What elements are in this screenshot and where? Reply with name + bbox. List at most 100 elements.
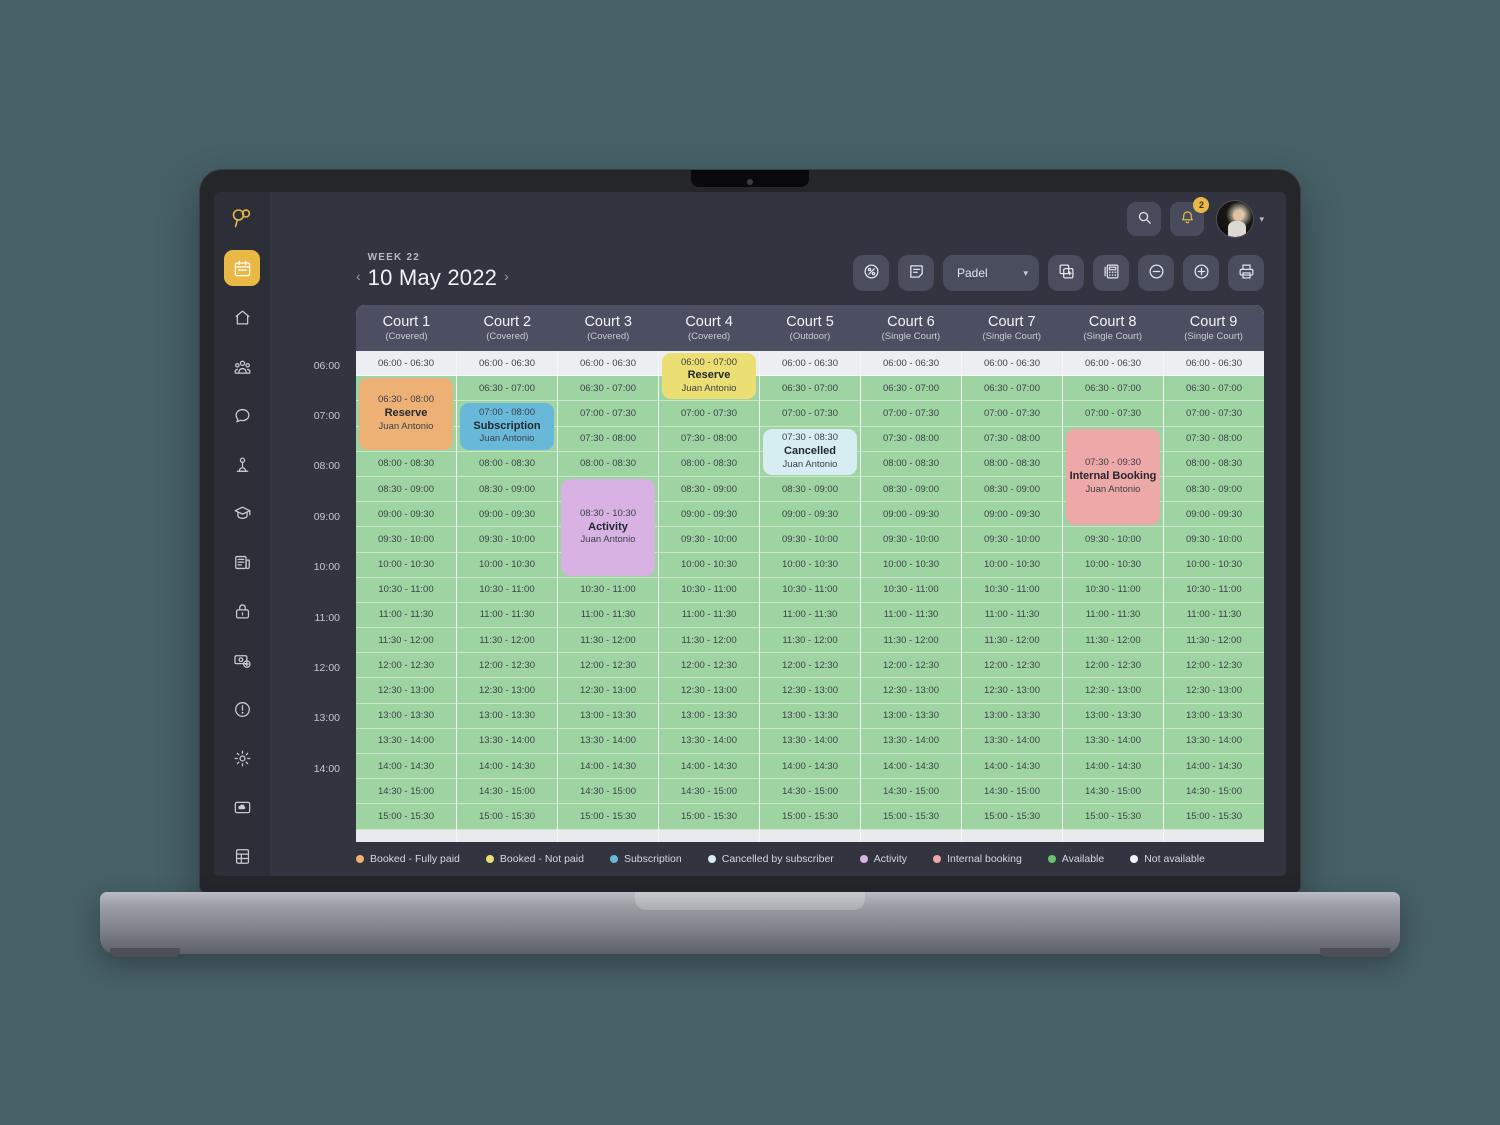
- sidebar-item-classes[interactable]: [224, 495, 260, 531]
- time-slot[interactable]: 14:30 - 15:00: [1063, 779, 1163, 805]
- booking-event[interactable]: 07:30 - 09:30 Internal Booking Juan Antoni…: [1066, 428, 1160, 526]
- time-slot[interactable]: 07:00 - 07:30: [962, 401, 1062, 427]
- time-slot[interactable]: 10:30 - 11:00: [1164, 577, 1264, 603]
- court-header-8[interactable]: Court 8 (Single Court): [1062, 305, 1163, 351]
- time-slot[interactable]: 13:30 - 14:00: [962, 728, 1062, 754]
- time-slot[interactable]: 07:30 - 08:00: [659, 426, 759, 452]
- time-slot[interactable]: 12:00 - 12:30: [1063, 653, 1163, 679]
- time-slot[interactable]: 06:30 - 07:00: [558, 376, 658, 402]
- time-slot[interactable]: 14:30 - 15:00: [760, 779, 860, 805]
- time-slot[interactable]: 11:00 - 11:30: [659, 602, 759, 629]
- time-slot[interactable]: 08:00 - 08:30: [962, 451, 1062, 477]
- time-slot[interactable]: 09:00 - 09:30: [962, 502, 1062, 528]
- court-header-9[interactable]: Court 9 (Single Court): [1163, 305, 1264, 351]
- time-slot[interactable]: 13:30 - 14:00: [356, 728, 456, 754]
- time-slot[interactable]: 13:30 - 14:00: [659, 728, 759, 754]
- notifications-button[interactable]: 2: [1170, 197, 1210, 236]
- time-slot[interactable]: 09:30 - 10:00: [1164, 527, 1264, 553]
- time-slot[interactable]: 09:30 - 10:00: [1063, 527, 1163, 553]
- time-slot[interactable]: 12:00 - 12:30: [760, 653, 860, 679]
- time-slot[interactable]: 11:00 - 11:30: [457, 602, 557, 629]
- time-slot[interactable]: 07:00 - 07:30: [659, 401, 759, 427]
- search-button[interactable]: [1127, 202, 1162, 236]
- time-slot[interactable]: 13:00 - 13:30: [962, 703, 1062, 729]
- time-slot[interactable]: 10:30 - 11:00: [659, 577, 759, 603]
- time-slot[interactable]: 15:00 - 15:30: [861, 804, 961, 830]
- time-slot[interactable]: 12:30 - 13:00: [760, 678, 860, 704]
- time-slot[interactable]: 14:30 - 15:00: [356, 779, 456, 805]
- time-slot[interactable]: 13:30 - 14:00: [558, 728, 658, 754]
- time-slot[interactable]: 11:30 - 12:00: [760, 628, 860, 654]
- court-header-4[interactable]: Court 4 (Covered): [659, 305, 760, 351]
- time-slot[interactable]: 13:30 - 14:00: [760, 728, 860, 754]
- time-slot[interactable]: 10:00 - 10:30: [760, 552, 860, 578]
- time-slot[interactable]: 07:00 - 07:30: [1164, 401, 1264, 427]
- time-slot[interactable]: 12:00 - 12:30: [558, 653, 658, 679]
- sidebar-item-messages[interactable]: [224, 397, 260, 433]
- time-slot[interactable]: 08:00 - 08:30: [457, 451, 557, 477]
- time-slot[interactable]: 08:30 - 09:00: [861, 476, 961, 503]
- time-slot[interactable]: 14:00 - 14:30: [861, 754, 961, 780]
- time-slot[interactable]: 07:00 - 07:30: [558, 401, 658, 427]
- time-slot[interactable]: 10:30 - 11:00: [356, 577, 456, 603]
- time-slot[interactable]: 15:00 - 15:30: [558, 804, 658, 830]
- time-slot[interactable]: 13:00 - 13:30: [1063, 703, 1163, 729]
- time-slot[interactable]: 12:00 - 12:30: [659, 653, 759, 679]
- time-slot[interactable]: 14:00 - 14:30: [962, 754, 1062, 780]
- time-slot[interactable]: 09:00 - 09:30: [760, 502, 860, 528]
- time-slot[interactable]: 10:00 - 10:30: [659, 552, 759, 578]
- zoom-in-button[interactable]: [1183, 255, 1219, 291]
- time-slot[interactable]: 12:00 - 12:30: [861, 653, 961, 679]
- time-slot[interactable]: 06:00 - 06:30: [1063, 351, 1163, 377]
- time-slot[interactable]: 12:00 - 12:30: [962, 653, 1062, 679]
- time-slot[interactable]: 06:00 - 06:30: [356, 351, 456, 377]
- time-slot[interactable]: 11:30 - 12:00: [1164, 628, 1264, 654]
- time-slot[interactable]: 11:30 - 12:00: [457, 628, 557, 654]
- time-slot[interactable]: 13:30 - 14:00: [861, 728, 961, 754]
- time-slot[interactable]: 07:30 - 08:00: [1164, 426, 1264, 452]
- time-slot[interactable]: 12:00 - 12:30: [356, 653, 456, 679]
- time-slot[interactable]: 11:30 - 12:00: [861, 628, 961, 654]
- time-slot[interactable]: 10:30 - 11:00: [760, 577, 860, 603]
- court-header-3[interactable]: Court 3 (Covered): [558, 305, 659, 351]
- time-slot[interactable]: 13:00 - 13:30: [659, 703, 759, 729]
- time-slot[interactable]: 06:30 - 07:00: [457, 376, 557, 402]
- sidebar-item-news[interactable]: [224, 544, 260, 580]
- print-button[interactable]: [1228, 255, 1264, 291]
- time-slot[interactable]: 07:00 - 07:30: [1063, 401, 1163, 427]
- time-slot[interactable]: 14:00 - 14:30: [457, 754, 557, 780]
- time-slot[interactable]: 12:30 - 13:00: [356, 678, 456, 704]
- time-slot[interactable]: 14:00 - 14:30: [1164, 754, 1264, 780]
- time-slot[interactable]: 10:30 - 11:00: [861, 577, 961, 603]
- time-slot[interactable]: 14:00 - 14:30: [558, 754, 658, 780]
- time-slot[interactable]: 11:00 - 11:30: [356, 602, 456, 629]
- sidebar-item-reports[interactable]: [224, 838, 260, 874]
- time-slot[interactable]: 15:00 - 15:30: [962, 804, 1062, 830]
- time-slot[interactable]: 08:30 - 09:00: [1164, 476, 1264, 503]
- time-slot[interactable]: 12:30 - 13:00: [457, 678, 557, 704]
- time-slot[interactable]: 10:30 - 11:00: [1063, 577, 1163, 603]
- time-slot[interactable]: 13:00 - 13:30: [356, 703, 456, 729]
- time-slot[interactable]: 06:30 - 07:00: [1063, 376, 1163, 402]
- time-slot[interactable]: 09:00 - 09:30: [861, 502, 961, 528]
- zoom-out-button[interactable]: [1138, 255, 1174, 291]
- time-slot[interactable]: 06:30 - 07:00: [962, 376, 1062, 402]
- sidebar-item-settings[interactable]: [224, 740, 260, 776]
- time-slot[interactable]: 06:30 - 07:00: [1164, 376, 1264, 402]
- time-slot[interactable]: 12:00 - 12:30: [457, 653, 557, 679]
- time-slot[interactable]: 14:00 - 14:30: [659, 754, 759, 780]
- time-slot[interactable]: 08:00 - 08:30: [861, 451, 961, 477]
- time-slot[interactable]: 07:30 - 08:00: [861, 426, 961, 452]
- time-slot[interactable]: 13:00 - 13:30: [457, 703, 557, 729]
- prev-week-button[interactable]: ‹: [356, 268, 361, 284]
- time-slot[interactable]: 11:00 - 11:30: [1164, 602, 1264, 629]
- time-slot[interactable]: 08:30 - 09:00: [962, 476, 1062, 503]
- time-slot[interactable]: 11:00 - 11:30: [861, 602, 961, 629]
- time-slot[interactable]: 15:00 - 15:30: [457, 804, 557, 830]
- time-slot[interactable]: 10:30 - 11:00: [962, 577, 1062, 603]
- time-slot[interactable]: 14:00 - 14:30: [760, 754, 860, 780]
- time-slot[interactable]: 13:30 - 14:00: [1063, 728, 1163, 754]
- time-slot[interactable]: 11:00 - 11:30: [962, 602, 1062, 629]
- time-slot[interactable]: 09:30 - 10:00: [861, 527, 961, 553]
- sidebar-item-incidents[interactable]: [224, 691, 260, 727]
